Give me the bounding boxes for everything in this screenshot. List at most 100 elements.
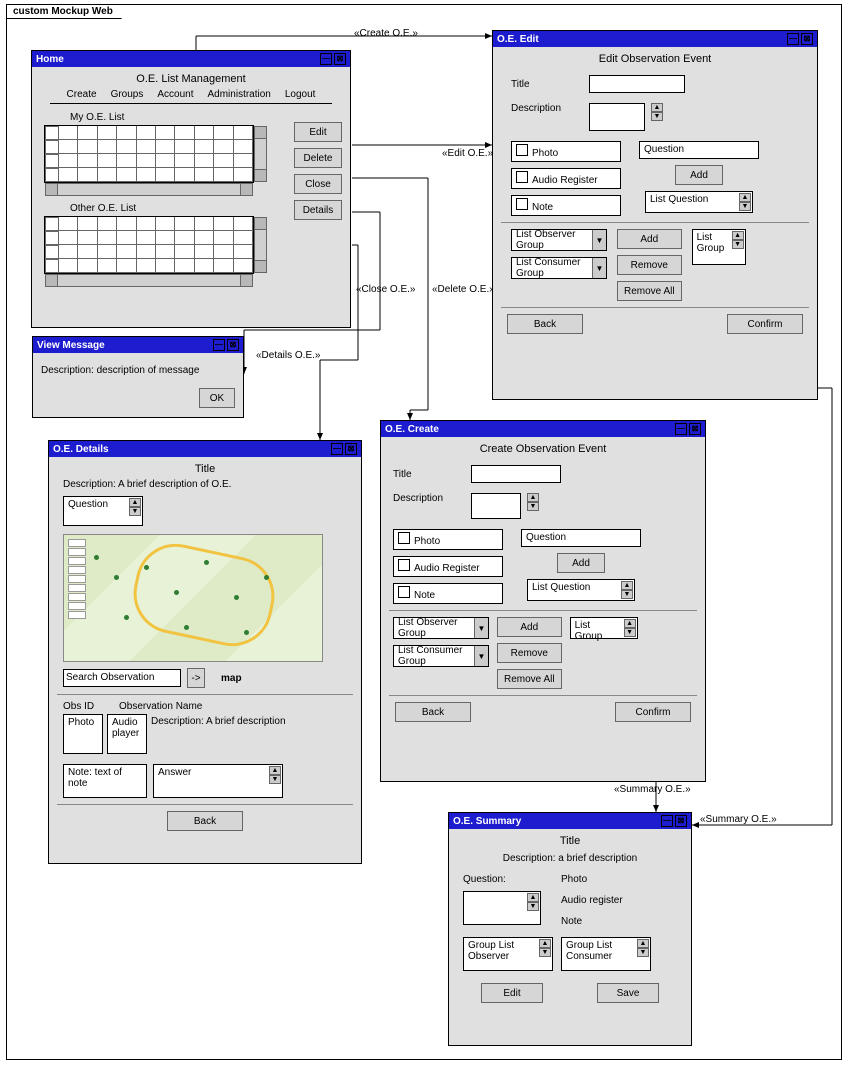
- group-consumer-listbox[interactable]: Group List Consumer ▲▼: [561, 937, 651, 971]
- delete-button[interactable]: Delete: [294, 148, 342, 168]
- checkbox-icon[interactable]: [516, 198, 528, 210]
- up-arrow-icon[interactable]: ▲: [637, 939, 649, 948]
- down-arrow-icon[interactable]: ▼: [732, 240, 744, 249]
- remove-button[interactable]: Remove: [497, 643, 562, 663]
- scrollbar-h[interactable]: [45, 274, 253, 287]
- list-question-listbox[interactable]: List Question ▲▼: [527, 579, 635, 601]
- min-icon[interactable]: —: [661, 815, 673, 827]
- down-arrow-icon[interactable]: ▼: [621, 590, 633, 599]
- confirm-button[interactable]: Confirm: [615, 702, 691, 722]
- up-arrow-icon[interactable]: ▲: [739, 193, 751, 202]
- up-arrow-icon[interactable]: ▲: [269, 766, 281, 775]
- edit-title-input[interactable]: [589, 75, 685, 93]
- question-input[interactable]: Question: [521, 529, 641, 547]
- observer-group-select[interactable]: List Observer Group▼: [511, 229, 607, 251]
- nav-create[interactable]: Create: [67, 89, 97, 100]
- map-zoom-controls[interactable]: [68, 539, 86, 619]
- chevron-down-icon[interactable]: ▼: [474, 618, 488, 638]
- create-title-input[interactable]: [471, 465, 561, 483]
- add-group-button[interactable]: Add: [497, 617, 562, 637]
- group-observer-listbox[interactable]: Group List Observer ▲▼: [463, 937, 553, 971]
- add-group-button[interactable]: Add: [617, 229, 682, 249]
- remove-all-button[interactable]: Remove All: [617, 281, 682, 301]
- checkbox-icon[interactable]: [516, 144, 528, 156]
- min-icon[interactable]: —: [213, 339, 225, 351]
- nav-account[interactable]: Account: [157, 89, 193, 100]
- list-question-listbox[interactable]: List Question ▲▼: [645, 191, 753, 213]
- audio-check[interactable]: Audio Register: [511, 168, 621, 189]
- save-button[interactable]: Save: [597, 983, 659, 1003]
- create-desc-textarea[interactable]: [471, 493, 521, 519]
- min-icon[interactable]: —: [331, 443, 343, 455]
- nav-groups[interactable]: Groups: [111, 89, 144, 100]
- down-arrow-icon[interactable]: ▼: [527, 502, 539, 511]
- close-icon[interactable]: ⊠: [801, 33, 813, 45]
- edit-desc-textarea[interactable]: [589, 103, 645, 131]
- down-arrow-icon[interactable]: ▼: [624, 628, 636, 637]
- checkbox-icon[interactable]: [398, 586, 410, 598]
- question-input[interactable]: Question: [639, 141, 759, 159]
- close-button[interactable]: Close: [294, 174, 342, 194]
- audio-check[interactable]: Audio Register: [393, 556, 503, 577]
- observer-group-select[interactable]: List Observer Group▼: [393, 617, 489, 639]
- down-arrow-icon[interactable]: ▼: [651, 112, 663, 121]
- titlebar-oe-create[interactable]: O.E. Create — ⊠: [381, 421, 705, 437]
- ok-button[interactable]: OK: [199, 388, 235, 408]
- titlebar-oe-edit[interactable]: O.E. Edit — ⊠: [493, 31, 817, 47]
- scrollbar-v[interactable]: [254, 217, 267, 273]
- scrollbar-h[interactable]: [45, 183, 253, 196]
- checkbox-icon[interactable]: [398, 532, 410, 544]
- close-icon[interactable]: ⊠: [675, 815, 687, 827]
- titlebar-oe-summary[interactable]: O.E. Summary — ⊠: [449, 813, 691, 829]
- chevron-down-icon[interactable]: ▼: [592, 258, 606, 278]
- photo-check[interactable]: Photo: [511, 141, 621, 162]
- up-arrow-icon[interactable]: ▲: [624, 619, 636, 628]
- down-arrow-icon[interactable]: ▼: [539, 948, 551, 957]
- answer-listbox[interactable]: Answer ▲▼: [153, 764, 283, 798]
- photo-check[interactable]: Photo: [393, 529, 503, 550]
- back-button[interactable]: Back: [507, 314, 583, 334]
- details-button[interactable]: Details: [294, 200, 342, 220]
- note-check[interactable]: Note: [511, 195, 621, 216]
- consumer-group-select[interactable]: List Consumer Group▼: [511, 257, 607, 279]
- back-button[interactable]: Back: [395, 702, 471, 722]
- list-group-listbox[interactable]: List Group ▲▼: [570, 617, 638, 639]
- remove-button[interactable]: Remove: [617, 255, 682, 275]
- other-list-table[interactable]: [44, 216, 254, 274]
- up-arrow-icon[interactable]: ▲: [527, 493, 539, 502]
- titlebar-home[interactable]: Home — ⊠: [32, 51, 350, 67]
- down-arrow-icon[interactable]: ▼: [739, 202, 751, 211]
- up-arrow-icon[interactable]: ▲: [527, 893, 539, 902]
- map-widget[interactable]: [63, 534, 323, 662]
- up-arrow-icon[interactable]: ▲: [621, 581, 633, 590]
- min-icon[interactable]: —: [787, 33, 799, 45]
- confirm-button[interactable]: Confirm: [727, 314, 803, 334]
- down-arrow-icon[interactable]: ▼: [527, 902, 539, 911]
- down-arrow-icon[interactable]: ▼: [129, 507, 141, 516]
- titlebar-oe-details[interactable]: O.E. Details — ⊠: [49, 441, 361, 457]
- question-listbox[interactable]: ▲▼: [463, 891, 541, 925]
- checkbox-icon[interactable]: [516, 171, 528, 183]
- close-icon[interactable]: ⊠: [689, 423, 701, 435]
- checkbox-icon[interactable]: [398, 559, 410, 571]
- up-arrow-icon[interactable]: ▲: [651, 103, 663, 112]
- down-arrow-icon[interactable]: ▼: [637, 948, 649, 957]
- back-button[interactable]: Back: [167, 811, 243, 831]
- min-icon[interactable]: —: [320, 53, 332, 65]
- search-input[interactable]: Search Observation: [63, 669, 181, 687]
- add-button[interactable]: Add: [557, 553, 605, 573]
- remove-all-button[interactable]: Remove All: [497, 669, 562, 689]
- consumer-group-select[interactable]: List Consumer Group▼: [393, 645, 489, 667]
- up-arrow-icon[interactable]: ▲: [732, 231, 744, 240]
- close-icon[interactable]: ⊠: [334, 53, 346, 65]
- scrollbar-v[interactable]: [254, 126, 267, 182]
- nav-logout[interactable]: Logout: [285, 89, 316, 100]
- nav-admin[interactable]: Administration: [208, 89, 271, 100]
- chevron-down-icon[interactable]: ▼: [474, 646, 488, 666]
- close-icon[interactable]: ⊠: [345, 443, 357, 455]
- list-group-listbox[interactable]: List Group ▲▼: [692, 229, 746, 265]
- up-arrow-icon[interactable]: ▲: [129, 498, 141, 507]
- note-check[interactable]: Note: [393, 583, 503, 604]
- my-list-table[interactable]: [44, 125, 254, 183]
- down-arrow-icon[interactable]: ▼: [269, 775, 281, 784]
